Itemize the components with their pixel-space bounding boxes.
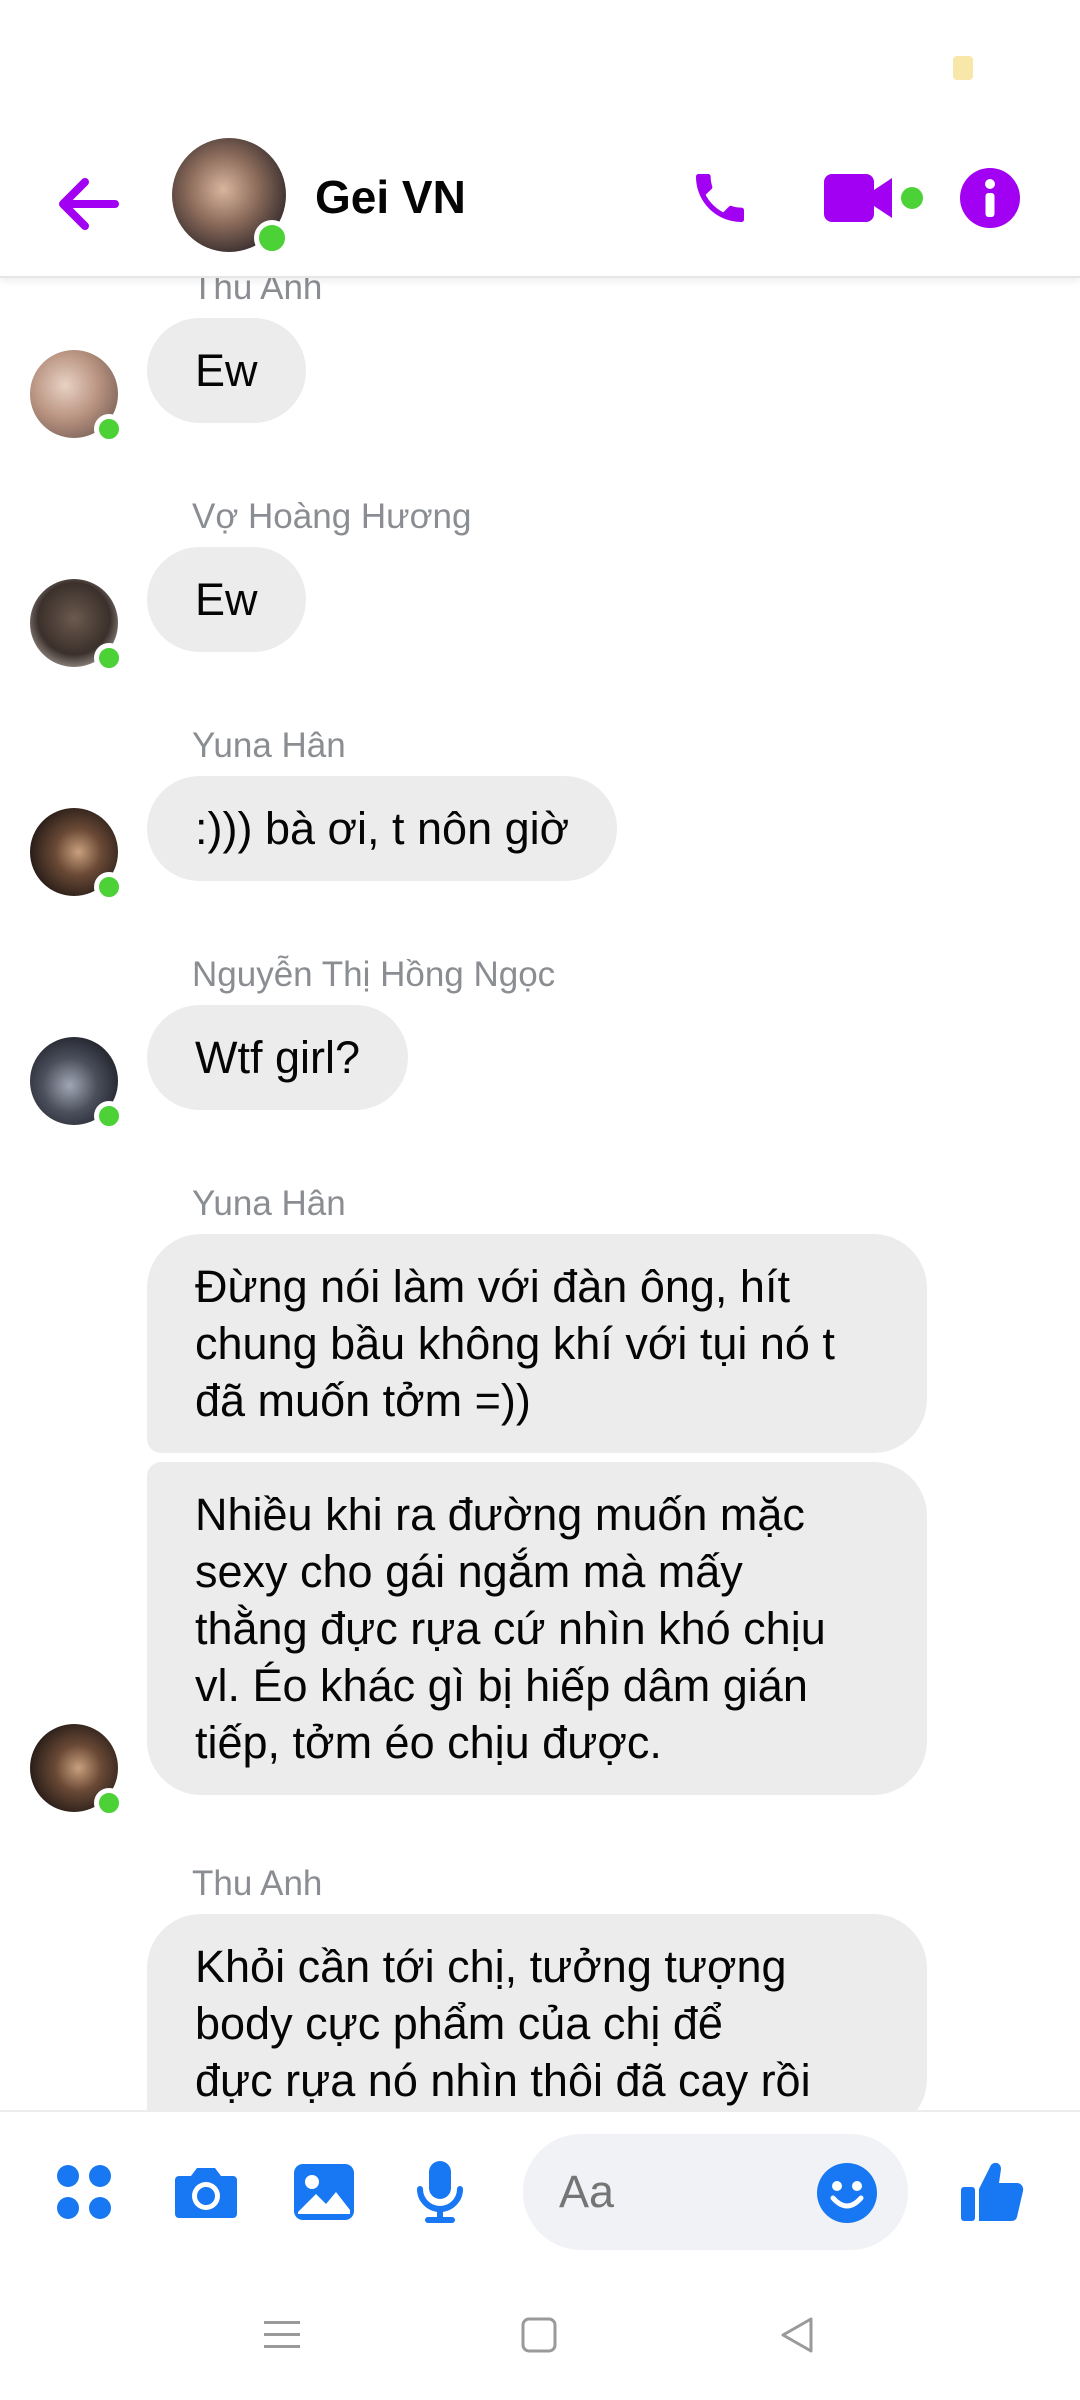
sender-name: Thu Anh <box>192 278 323 307</box>
camera-button[interactable] <box>166 2152 246 2232</box>
message-input-container <box>523 2134 908 2250</box>
home-button[interactable] <box>504 2300 574 2370</box>
online-status-dot <box>94 414 124 444</box>
online-status-dot <box>94 1788 124 1818</box>
voice-call-button[interactable] <box>680 158 760 238</box>
message-bubble[interactable]: :))) bà ơi, t nôn giờ <box>147 776 618 881</box>
back-icon <box>781 2317 813 2353</box>
video-call-button[interactable] <box>820 158 930 238</box>
message-bubble[interactable]: Đừng nói làm với đàn ông, hít chung bầu … <box>147 1234 927 1453</box>
recent-apps-icon <box>264 2321 300 2348</box>
emoji-icon <box>817 2163 877 2223</box>
image-icon <box>294 2164 354 2220</box>
back-button[interactable] <box>52 168 124 240</box>
sender-name: Thu Anh <box>192 1864 323 1903</box>
online-status-dot <box>94 1101 124 1131</box>
avatar[interactable] <box>30 579 124 673</box>
avatar[interactable] <box>30 808 124 902</box>
thumbs-up-icon <box>961 2162 1024 2221</box>
video-camera-icon <box>824 174 923 222</box>
message-composer <box>0 2110 1080 2270</box>
sender-name: Yuna Hân <box>192 1184 346 1223</box>
sender-name: Nguyễn Thị Hồng Ngọc <box>192 955 556 994</box>
sender-name: Yuna Hân <box>192 726 346 765</box>
gallery-button[interactable] <box>284 2152 364 2232</box>
online-status-dot <box>94 872 124 902</box>
home-icon <box>521 2317 557 2353</box>
camera-icon <box>175 2168 237 2218</box>
message-bubble[interactable]: Khỏi cần tới chị, tưởng tượng body cực p… <box>147 1914 927 2110</box>
avatar[interactable] <box>30 1037 124 1131</box>
system-navigation-bar <box>0 2270 1080 2400</box>
message-bubble[interactable]: Nhiều khi ra đường muốn mặc sexy cho gái… <box>147 1462 927 1795</box>
sender-name: Vợ Hoàng Hương <box>192 497 472 536</box>
message-bubble[interactable]: Ew <box>147 547 306 652</box>
info-button[interactable] <box>955 158 1025 238</box>
phone-icon <box>696 174 744 222</box>
system-back-button[interactable] <box>762 2300 832 2370</box>
arrow-left-icon <box>59 178 119 230</box>
avatar[interactable] <box>30 350 124 444</box>
info-icon <box>960 168 1020 228</box>
status-bar <box>0 0 1080 130</box>
recent-apps-button[interactable] <box>247 2300 317 2370</box>
voice-message-button[interactable] <box>400 2152 480 2232</box>
more-actions-button[interactable] <box>44 2152 124 2232</box>
chat-title[interactable]: Gei VN <box>315 170 466 224</box>
group-avatar[interactable] <box>172 138 290 256</box>
like-button[interactable] <box>952 2152 1032 2232</box>
message-input[interactable] <box>559 2162 799 2222</box>
menu-dots-icon <box>57 2165 111 2219</box>
avatar[interactable] <box>30 1724 124 1818</box>
message-bubble[interactable]: Wtf girl? <box>147 1005 409 1110</box>
message-bubble[interactable]: Ew <box>147 318 306 423</box>
microphone-icon <box>417 2161 463 2223</box>
message-list[interactable]: Thu Anh Ew Vợ Hoàng Hương Ew Yuna Hân :)… <box>0 278 1080 2110</box>
chat-header: Gei VN <box>0 130 1080 278</box>
status-indicator-icon <box>953 56 973 80</box>
emoji-button[interactable] <box>816 2162 878 2224</box>
online-status-dot <box>94 643 124 673</box>
online-status-dot <box>254 220 290 256</box>
